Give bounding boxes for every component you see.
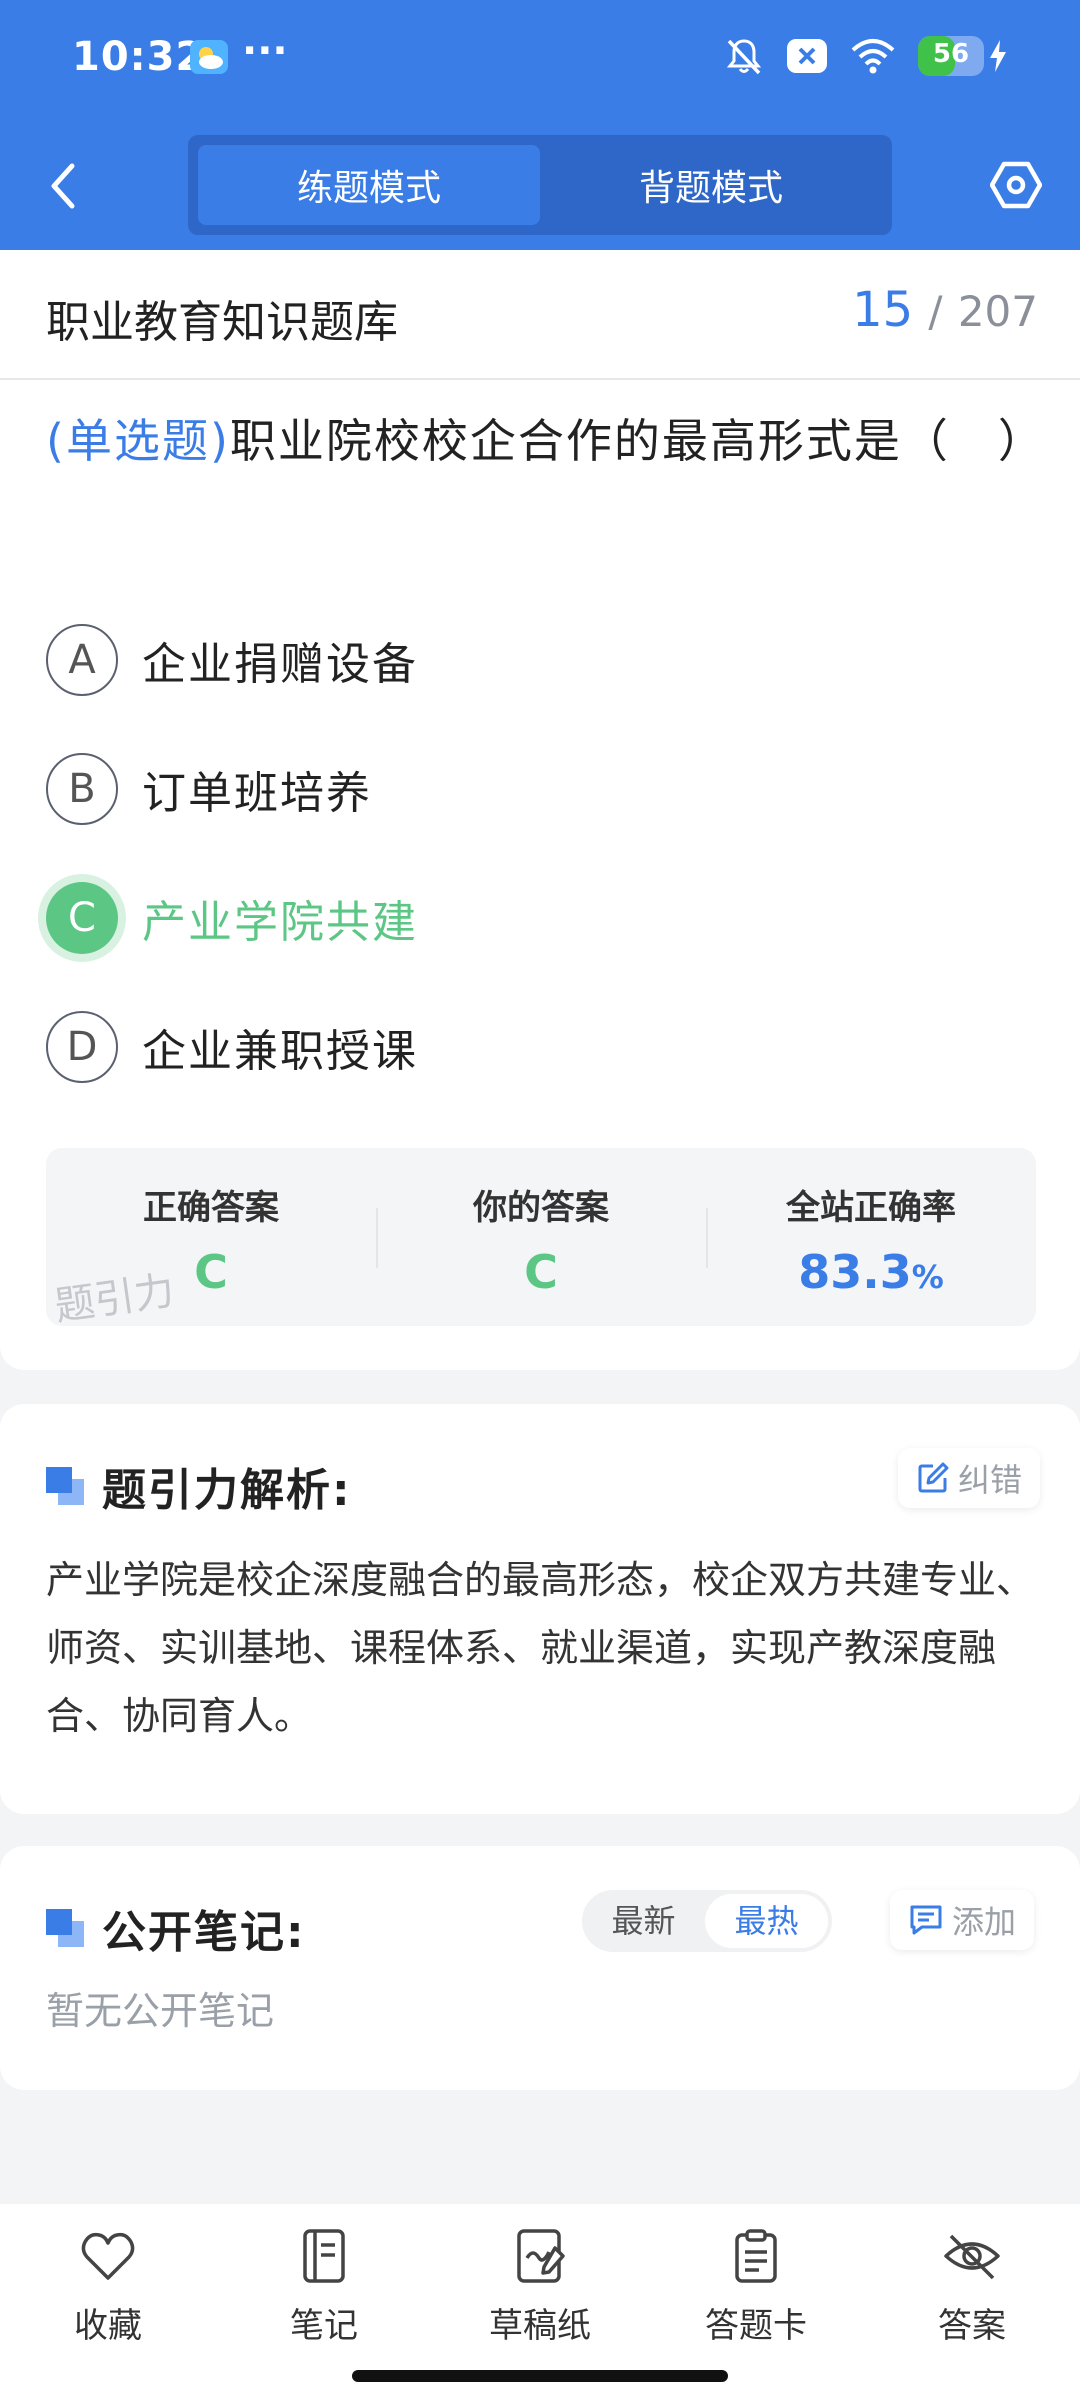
nav-favorite[interactable]: 收藏: [28, 2228, 188, 2347]
public-notes-card: 公开笔记: 最新 最热 添加 暂无公开笔记: [0, 1846, 1080, 2090]
wifi-icon: [851, 39, 895, 74]
nav-answer[interactable]: 答案: [892, 2228, 1052, 2347]
status-bar: 10:32 ··· 56: [0, 0, 1080, 120]
report-error-label: 纠错: [958, 1461, 1023, 1499]
nav-label: 草稿纸: [489, 2306, 591, 2346]
notes-sort-toggle: 最新 最热: [582, 1890, 832, 1952]
option-text: 企业兼职授课: [142, 1026, 418, 1077]
analysis-card: 题引力解析: 纠错 产业学院是校企深度融合的最高形态，校企双方共建专业、师资、实…: [0, 1404, 1080, 1814]
settings-hexagon-icon[interactable]: [990, 160, 1042, 210]
eye-off-icon: [944, 2234, 1000, 2280]
your-answer-label: 你的答案: [473, 1188, 609, 1228]
section-squares-icon: [46, 1467, 84, 1505]
comment-icon: [910, 1905, 942, 1935]
answer-sheet-icon: [735, 2229, 777, 2283]
back-arrow-icon[interactable]: [40, 158, 90, 214]
close-badge-icon: [787, 39, 827, 73]
nav-label: 答案: [938, 2306, 1006, 2346]
question-bank-title: 职业教育知识题库: [46, 297, 398, 348]
nav-label: 收藏: [74, 2306, 142, 2346]
option-b[interactable]: B 订单班培养: [46, 753, 372, 825]
option-letter: B: [46, 753, 118, 825]
status-more-icon: ···: [242, 28, 288, 74]
question-text: 职业院校校企合作的最高形式是（ ）: [229, 414, 1046, 468]
question-type: (单选题): [46, 414, 230, 468]
edit-icon: [918, 1462, 949, 1493]
your-answer-value: C: [524, 1245, 558, 1299]
status-icons: 56: [724, 36, 1006, 76]
report-error-button[interactable]: 纠错: [898, 1448, 1041, 1508]
home-indicator[interactable]: [352, 2370, 728, 2382]
option-d[interactable]: D 企业兼职授课: [46, 1011, 418, 1083]
option-text: 产业学院共建: [142, 897, 418, 948]
option-text: 企业捐赠设备: [142, 639, 418, 690]
tab-memorize-mode[interactable]: 背题模式: [540, 145, 882, 225]
scratchpad-icon: [517, 2229, 565, 2283]
accuracy-rate-value: 83.3%: [706, 1245, 1036, 1299]
notes-empty-text: 暂无公开笔记: [46, 1989, 275, 2033]
question-card: 职业教育知识题库 15 / 207 (单选题)职业院校校企合作的最高形式是（ ）…: [0, 250, 1080, 1370]
heart-icon: [81, 2232, 135, 2280]
charging-icon: [990, 40, 1006, 72]
status-time: 10:32: [72, 34, 205, 80]
option-a[interactable]: A 企业捐赠设备: [46, 624, 418, 696]
option-letter: A: [46, 624, 118, 696]
battery-indicator: 56: [918, 36, 984, 76]
sort-hot[interactable]: 最热: [705, 1894, 828, 1948]
question-bank-row: 职业教育知识题库 15 / 207: [0, 250, 1080, 380]
battery-percent: 56: [932, 39, 970, 69]
analysis-title: 题引力解析:: [102, 1465, 352, 1516]
nav-notes[interactable]: 笔记: [244, 2228, 404, 2347]
current-question-number: 15: [852, 282, 914, 338]
accuracy-rate-unit: %: [911, 1258, 944, 1296]
nav-answer-sheet[interactable]: 答题卡: [676, 2228, 836, 2347]
nav-scratchpad[interactable]: 草稿纸: [460, 2228, 620, 2347]
notes-title: 公开笔记:: [102, 1907, 306, 1958]
accuracy-rate-stat: 全站正确率 83.3%: [706, 1148, 1036, 1326]
section-squares-icon: [46, 1909, 84, 1947]
analysis-text: 产业学院是校企深度融合的最高形态，校企双方共建专业、师资、实训基地、课程体系、就…: [46, 1558, 1035, 1738]
mode-switch: 练题模式 背题模式: [188, 135, 892, 235]
notes-header: 公开笔记:: [46, 1896, 306, 1960]
option-letter: C: [46, 882, 118, 954]
nav-label: 答题卡: [705, 2306, 807, 2346]
accuracy-rate-number: 83.3: [798, 1245, 912, 1299]
your-answer-stat: 你的答案 C: [376, 1148, 706, 1326]
option-c[interactable]: C 产业学院共建: [46, 882, 418, 954]
question-progress: 15 / 207: [852, 282, 1038, 338]
mute-bell-icon: [726, 39, 762, 75]
nav-label: 笔记: [290, 2306, 358, 2346]
option-text: 订单班培养: [142, 768, 372, 819]
bottom-nav: 收藏 笔记 草稿纸 答题卡 答案: [0, 2204, 1080, 2400]
top-bar: 10:32 ··· 56 练题模式 背题模式: [0, 0, 1080, 250]
option-letter: D: [46, 1011, 118, 1083]
add-note-button[interactable]: 添加: [890, 1890, 1035, 1950]
question-stem: (单选题)职业院校校企合作的最高形式是（ ）: [46, 400, 1046, 482]
add-note-label: 添加: [952, 1903, 1017, 1941]
accuracy-rate-label: 全站正确率: [786, 1188, 956, 1228]
correct-answer-label: 正确答案: [143, 1188, 279, 1228]
total-question-count: 207: [957, 287, 1038, 336]
analysis-header: 题引力解析:: [46, 1454, 352, 1518]
progress-separator: /: [928, 287, 943, 336]
answer-result-panel: 正确答案 C 题引力 你的答案 C 全站正确率 83.3%: [46, 1148, 1036, 1330]
tab-practice-mode[interactable]: 练题模式: [198, 145, 540, 225]
notebook-icon: [303, 2229, 345, 2283]
correct-answer-stat: 正确答案 C 题引力: [46, 1148, 376, 1330]
weather-icon: [190, 40, 228, 74]
sort-latest[interactable]: 最新: [582, 1894, 705, 1948]
